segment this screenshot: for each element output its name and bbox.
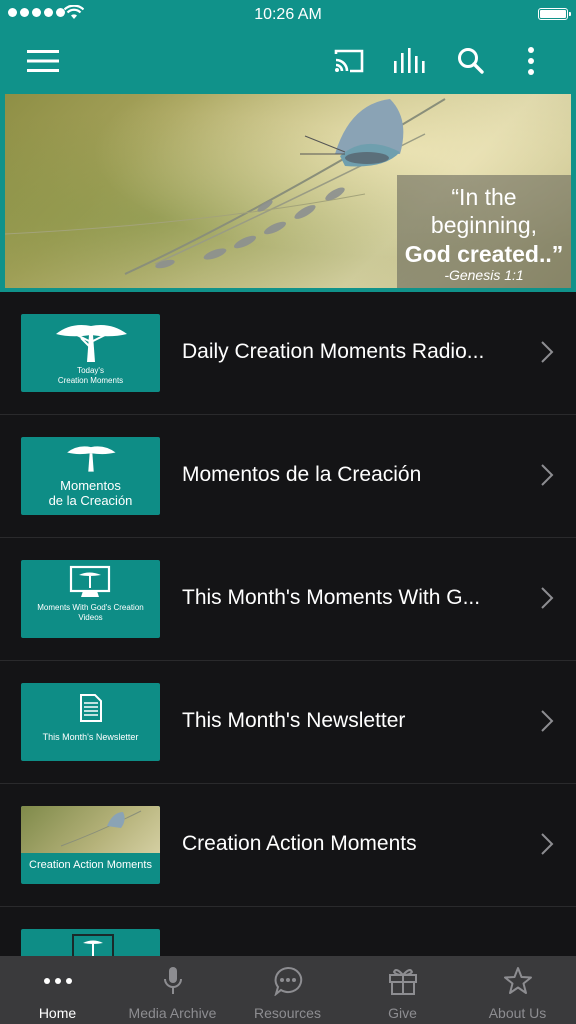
chevron-right-icon: [541, 587, 554, 609]
chevron-right-icon: [541, 464, 554, 486]
microphone-icon: [115, 966, 230, 996]
thumb-caption: This Month's Newsletter: [42, 732, 139, 742]
monitor-icon: [72, 934, 114, 956]
list-item[interactable]: Today's Creation Moments Daily Creation …: [0, 292, 576, 415]
chevron-right-icon: [541, 341, 554, 363]
item-thumbnail: This Month's Newsletter: [21, 683, 160, 761]
content-list: Today's Creation Moments Daily Creation …: [0, 292, 576, 956]
tab-bar: Home Media Archive Resources Give About …: [0, 956, 576, 1024]
tree-icon: [67, 446, 116, 472]
list-item[interactable]: This Month's Newsletter This Month's New…: [0, 661, 576, 784]
item-thumbnail: Today's Creation Moments: [21, 314, 160, 392]
tab-about-us[interactable]: About Us: [460, 956, 575, 1024]
item-thumbnail: [21, 929, 160, 956]
item-title: Daily Creation Moments Radio...: [182, 340, 485, 363]
monitor-icon: [69, 565, 111, 597]
tab-label: Resources: [254, 1005, 321, 1021]
list-item[interactable]: Momentos de la Creación Momentos de la C…: [0, 415, 576, 538]
item-title: Creation Action Moments: [182, 832, 417, 855]
tab-label: Media Archive: [128, 1005, 217, 1021]
quote-line-1: “In the: [451, 184, 517, 210]
gift-icon: [345, 966, 460, 996]
quote-reference: -Genesis 1:1: [444, 267, 524, 283]
chevron-right-icon: [541, 833, 554, 855]
banner-quote: “In the beginning, God created..” -Genes…: [397, 175, 571, 288]
cast-icon[interactable]: [330, 42, 368, 80]
quote-line-3: God created..”: [404, 241, 564, 267]
quote-line-2: beginning,: [430, 212, 538, 238]
item-thumbnail: Creation Action Moments: [21, 806, 160, 884]
tab-home[interactable]: Home: [0, 956, 115, 1024]
star-icon: [460, 966, 575, 996]
list-item-partial[interactable]: [0, 907, 576, 956]
equalizer-icon[interactable]: [391, 42, 429, 80]
document-icon: [80, 694, 102, 722]
more-horizontal-icon: [0, 966, 115, 996]
thumb-caption: Momentos de la Creación: [48, 478, 133, 508]
thumb-caption: Moments With God's Creation Videos: [37, 603, 144, 622]
thumb-caption: Creation Action Moments: [29, 859, 152, 871]
status-time: 10:26 AM: [254, 6, 322, 23]
item-title: This Month's Moments With G...: [182, 586, 481, 609]
more-vertical-icon[interactable]: [512, 42, 550, 80]
thumb-caption: Today's Creation Moments: [57, 366, 124, 385]
status-bar: 10:26 AM: [0, 0, 576, 30]
butterfly-photo: “In the beginning, God created..” -Genes…: [5, 94, 571, 288]
list-item[interactable]: Creation Action Moments Creation Action …: [0, 784, 576, 907]
chevron-right-icon: [541, 710, 554, 732]
tree-icon: [56, 325, 127, 362]
item-thumbnail: Moments With God's Creation Videos: [21, 560, 160, 638]
list-item[interactable]: Moments With God's Creation Videos This …: [0, 538, 576, 661]
search-icon[interactable]: [452, 42, 490, 80]
menu-icon[interactable]: [24, 42, 62, 80]
butterfly-photo: [21, 806, 160, 853]
battery-icon: [538, 8, 571, 20]
tab-label: About Us: [488, 1005, 547, 1021]
app-toolbar: [0, 30, 576, 92]
tab-label: Home: [38, 1005, 77, 1021]
item-title: This Month's Newsletter: [182, 709, 406, 732]
hero-banner[interactable]: “In the beginning, God created..” -Genes…: [0, 92, 576, 292]
item-title: Momentos de la Creación: [182, 463, 422, 486]
item-thumbnail: Momentos de la Creación: [21, 437, 160, 515]
tab-resources[interactable]: Resources: [230, 956, 345, 1024]
tab-media-archive[interactable]: Media Archive: [115, 956, 230, 1024]
chat-bubble-icon: [230, 966, 345, 996]
tab-label: Give: [388, 1005, 417, 1021]
tab-give[interactable]: Give: [345, 956, 460, 1024]
